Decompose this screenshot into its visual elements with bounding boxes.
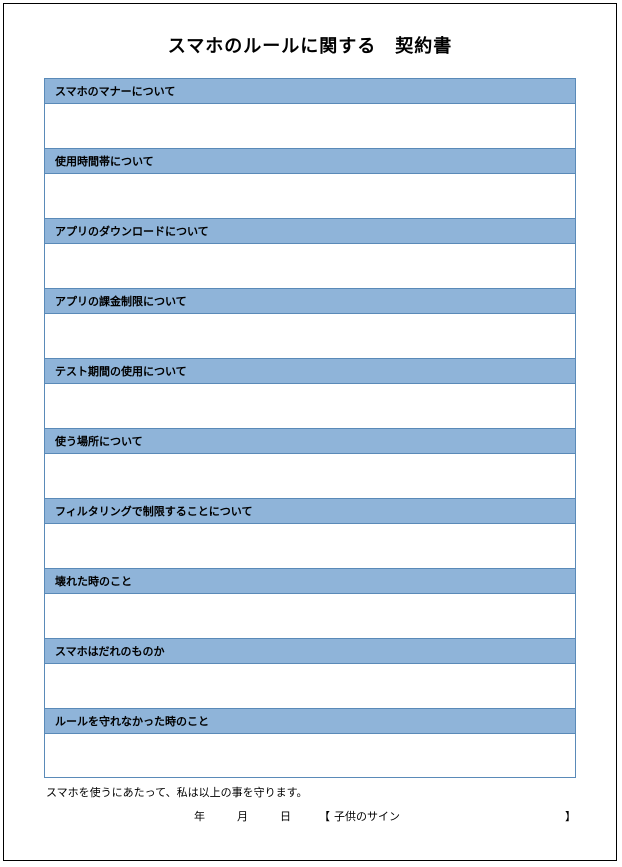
section-purchase: アプリの課金制限について <box>44 288 576 358</box>
section-header: スマホのマナーについて <box>44 78 576 104</box>
document-title: スマホのルールに関する 契約書 <box>44 32 576 58</box>
section-header: アプリのダウンロードについて <box>44 218 576 244</box>
section-body[interactable] <box>44 384 576 428</box>
section-place: 使う場所について <box>44 428 576 498</box>
section-body[interactable] <box>44 734 576 778</box>
bracket-close: 】 <box>565 808 576 824</box>
sections-container: スマホのマナーについて 使用時間帯について アプリのダウンロードについて アプリ… <box>44 78 576 778</box>
section-download: アプリのダウンロードについて <box>44 218 576 288</box>
section-time: 使用時間帯について <box>44 148 576 218</box>
section-violation: ルールを守れなかった時のこと <box>44 708 576 778</box>
section-body[interactable] <box>44 664 576 708</box>
section-header: フィルタリングで制限することについて <box>44 498 576 524</box>
section-body[interactable] <box>44 314 576 358</box>
section-manner: スマホのマナーについて <box>44 78 576 148</box>
section-body[interactable] <box>44 594 576 638</box>
section-body[interactable] <box>44 244 576 288</box>
section-header: ルールを守れなかった時のこと <box>44 708 576 734</box>
day-label: 日 <box>280 808 291 824</box>
section-filter: フィルタリングで制限することについて <box>44 498 576 568</box>
section-broken: 壊れた時のこと <box>44 568 576 638</box>
document-page: スマホのルールに関する 契約書 スマホのマナーについて 使用時間帯について アプ… <box>3 3 617 861</box>
section-body[interactable] <box>44 104 576 148</box>
section-exam: テスト期間の使用について <box>44 358 576 428</box>
pledge-text: スマホを使うにあたって、私は以上の事を守ります。 <box>44 784 576 800</box>
section-body[interactable] <box>44 174 576 218</box>
section-header: スマホはだれのものか <box>44 638 576 664</box>
month-label: 月 <box>237 808 248 824</box>
section-header: 壊れた時のこと <box>44 568 576 594</box>
section-header: 使用時間帯について <box>44 148 576 174</box>
section-ownership: スマホはだれのものか <box>44 638 576 708</box>
bracket-open: 【 <box>319 808 330 824</box>
section-header: 使う場所について <box>44 428 576 454</box>
section-body[interactable] <box>44 524 576 568</box>
section-header: アプリの課金制限について <box>44 288 576 314</box>
section-header: テスト期間の使用について <box>44 358 576 384</box>
year-label: 年 <box>194 808 205 824</box>
sign-label: 子供のサイン <box>334 808 400 824</box>
signature-line: 年 月 日 【 子供のサイン 】 <box>44 808 576 824</box>
section-body[interactable] <box>44 454 576 498</box>
